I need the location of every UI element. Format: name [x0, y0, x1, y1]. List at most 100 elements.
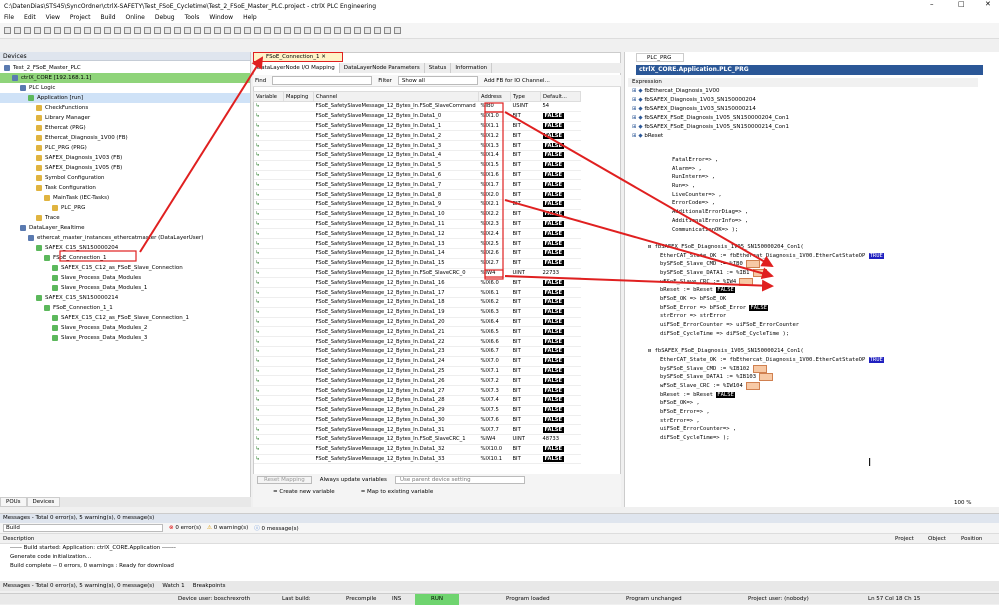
variable-cell[interactable]: ↳ — [253, 160, 284, 171]
table-row[interactable]: ↳ FSoE_SafetySlaveMessage_12_Bytes_In.Dat… — [253, 150, 581, 161]
update-setting-select[interactable]: Use parent device setting — [394, 476, 525, 484]
toolbar-button-icon[interactable] — [394, 27, 401, 34]
column-header[interactable]: Mapping — [283, 91, 314, 102]
tree-node[interactable]: Library Manager — [0, 113, 250, 123]
code-line[interactable]: ⊟ fbSAFEX_FSoE_Diagnosis_1V05_SN15000020… — [628, 243, 988, 252]
menu-project[interactable]: Project — [70, 14, 91, 21]
toolbar-button-icon[interactable] — [44, 27, 51, 34]
tab-devices[interactable]: Devices — [26, 497, 61, 507]
tab-information[interactable]: Information — [451, 63, 493, 73]
variable-cell[interactable]: ↳ — [253, 101, 284, 112]
table-row[interactable]: ↳ FSoE_SafetySlaveMessage_12_Bytes_In.Dat… — [253, 121, 581, 132]
menu-online[interactable]: Online — [126, 14, 145, 21]
toolbar-button-icon[interactable] — [184, 27, 191, 34]
variable-cell[interactable]: ↳ — [253, 405, 284, 416]
table-row[interactable]: ↳ FSoE_SafetySlaveMessage_12_Bytes_In.Dat… — [253, 199, 581, 210]
expression-item[interactable]: ⊞ ◆ fbSAFEX_Diagnosis_1V03_SN150000204 — [628, 96, 978, 105]
variable-cell[interactable]: ↳ — [253, 111, 284, 122]
toolbar-button-icon[interactable] — [264, 27, 271, 34]
column-header[interactable]: Default... — [540, 91, 581, 102]
code-line[interactable]: AdditionalErrorInfo=> , — [628, 217, 988, 226]
toolbar-button-icon[interactable] — [54, 27, 61, 34]
code-line[interactable]: strError=> , — [628, 417, 988, 426]
menu-help[interactable]: Help — [243, 14, 257, 21]
tree-node[interactable]: Task Configuration — [0, 183, 250, 193]
toolbar-button-icon[interactable] — [314, 27, 321, 34]
toolbar-button-icon[interactable] — [204, 27, 211, 34]
toolbar-button-icon[interactable] — [274, 27, 281, 34]
tree-node[interactable]: Ethercat (PRG) — [0, 123, 250, 133]
tree-node[interactable]: SAFEX_Diagnosis_1V05 (FB) — [0, 163, 250, 173]
table-row[interactable]: ↳ FSoE_SafetySlaveMessage_12_Bytes_In.Dat… — [253, 385, 581, 396]
column-header[interactable]: Variable — [253, 91, 284, 102]
table-row[interactable]: ↳ FSoE_SafetySlaveMessage_12_Bytes_In.FSo… — [253, 268, 581, 279]
code-line[interactable]: bFSoE_Error=> , — [628, 408, 988, 417]
toolbar-button-icon[interactable] — [384, 27, 391, 34]
tree-node[interactable]: Test_2_FSoE_Master_PLC — [0, 63, 250, 73]
menu-window[interactable]: Window — [209, 14, 233, 21]
menu-view[interactable]: View — [46, 14, 60, 21]
messages-filter[interactable]: ⓘ 0 message(s) — [254, 524, 298, 532]
table-row[interactable]: ↳ FSoE_SafetySlaveMessage_12_Bytes_In.Dat… — [253, 415, 581, 426]
toolbar-button-icon[interactable] — [14, 27, 21, 34]
code-line[interactable] — [628, 338, 988, 347]
code-line[interactable]: ErrorCode=> , — [628, 199, 988, 208]
table-row[interactable]: ↳ FSoE_SafetySlaveMessage_12_Bytes_In.Dat… — [253, 366, 581, 377]
message-category-select[interactable]: Build — [3, 524, 163, 532]
variable-cell[interactable]: ↳ — [253, 434, 284, 445]
variable-cell[interactable]: ↳ — [253, 277, 284, 289]
toolbar-button-icon[interactable] — [284, 27, 291, 34]
menu-edit[interactable]: Edit — [24, 14, 36, 21]
variable-cell[interactable]: ↳ — [253, 287, 284, 298]
table-row[interactable]: ↳ FSoE_SafetySlaveMessage_12_Bytes_In.Dat… — [253, 170, 581, 181]
variable-cell[interactable]: ↳ — [253, 268, 284, 279]
code-line[interactable]: strError => strError — [628, 312, 988, 321]
tree-node[interactable]: Slave_Process_Data_Modules_3 — [0, 333, 250, 343]
toolbar-button-icon[interactable] — [304, 27, 311, 34]
variable-cell[interactable]: ↳ — [253, 366, 284, 377]
expression-item[interactable]: ⊞ ◆ fbSAFEX_Diagnosis_1V03_SN150000214 — [628, 105, 978, 114]
table-row[interactable]: ↳ FSoE_SafetySlaveMessage_12_Bytes_In.Dat… — [253, 454, 581, 465]
warnings-filter[interactable]: ⚠ 0 warning(s) — [207, 525, 248, 531]
variable-cell[interactable]: ↳ — [253, 297, 284, 308]
toolbar-button-icon[interactable] — [354, 27, 361, 34]
toolbar-button-icon[interactable] — [144, 27, 151, 34]
table-row[interactable]: ↳ FSoE_SafetySlaveMessage_12_Bytes_In.Dat… — [253, 111, 581, 122]
tree-node[interactable]: SAFEX_Diagnosis_1V03 (FB) — [0, 153, 250, 163]
table-row[interactable]: ↳ FSoE_SafetySlaveMessage_12_Bytes_In.Dat… — [253, 307, 581, 318]
toolbar-button-icon[interactable] — [234, 27, 241, 34]
code-line[interactable]: bySFSoE_Slave_CMD := %IB0 — [628, 260, 988, 269]
minimize-icon[interactable]: – — [930, 0, 934, 8]
variable-cell[interactable]: ↳ — [253, 140, 284, 151]
tab-watch[interactable]: Watch 1 — [162, 581, 184, 591]
tree-node[interactable]: CheckFunctions — [0, 103, 250, 113]
code-line[interactable]: wFSoE_Slave_CRC := %IW4 — [628, 277, 988, 287]
variable-cell[interactable]: ↳ — [253, 356, 284, 367]
tree-node[interactable]: PLC Logic — [0, 83, 250, 93]
table-row[interactable]: ↳ FSoE_SafetySlaveMessage_12_Bytes_In.Dat… — [253, 228, 581, 240]
toolbar-button-icon[interactable] — [114, 27, 121, 34]
table-row[interactable]: ↳ FSoE_SafetySlaveMessage_12_Bytes_In.Dat… — [253, 405, 581, 416]
variable-cell[interactable]: ↳ — [253, 189, 284, 200]
code-line[interactable]: bySFSoE_Slave_CMD := %IB102 — [628, 364, 988, 374]
code-line[interactable]: AdditionalErrorDiag=> , — [628, 208, 988, 217]
add-fb-button[interactable]: Add FB for IO Channel... — [484, 78, 550, 84]
code-line[interactable]: uiFSoE_ErrorCounter=> , — [628, 425, 988, 434]
table-row[interactable]: ↳ FSoE_SafetySlaveMessage_12_Bytes_In.Dat… — [253, 287, 581, 298]
variable-cell[interactable]: ↳ — [253, 317, 284, 328]
code-line[interactable]: bFSoE_OK=> , — [628, 399, 988, 408]
menu-build[interactable]: Build — [100, 14, 115, 21]
variable-cell[interactable]: ↳ — [253, 415, 284, 426]
variable-cell[interactable]: ↳ — [253, 346, 284, 357]
code-line[interactable]: RunIntern=> , — [628, 173, 988, 182]
table-row[interactable]: ↳ FSoE_SafetySlaveMessage_12_Bytes_In.Dat… — [253, 336, 581, 347]
table-row[interactable]: ↳ FSoE_SafetySlaveMessage_12_Bytes_In.Dat… — [253, 395, 581, 406]
tree-node[interactable]: Symbol Configuration — [0, 173, 250, 183]
variable-cell[interactable]: ↳ — [253, 228, 284, 240]
column-header[interactable]: Channel — [313, 91, 479, 102]
expression-item[interactable]: ⊞ ◆ fbSAFEX_FSoE_Diagnosis_1V05_SN150000… — [628, 114, 978, 123]
variable-cell[interactable]: ↳ — [253, 179, 284, 191]
toolbar-button-icon[interactable] — [174, 27, 181, 34]
code-line[interactable]: Alarm=> , — [628, 165, 988, 174]
tree-node[interactable]: PLC_PRG (PRG) — [0, 143, 250, 153]
